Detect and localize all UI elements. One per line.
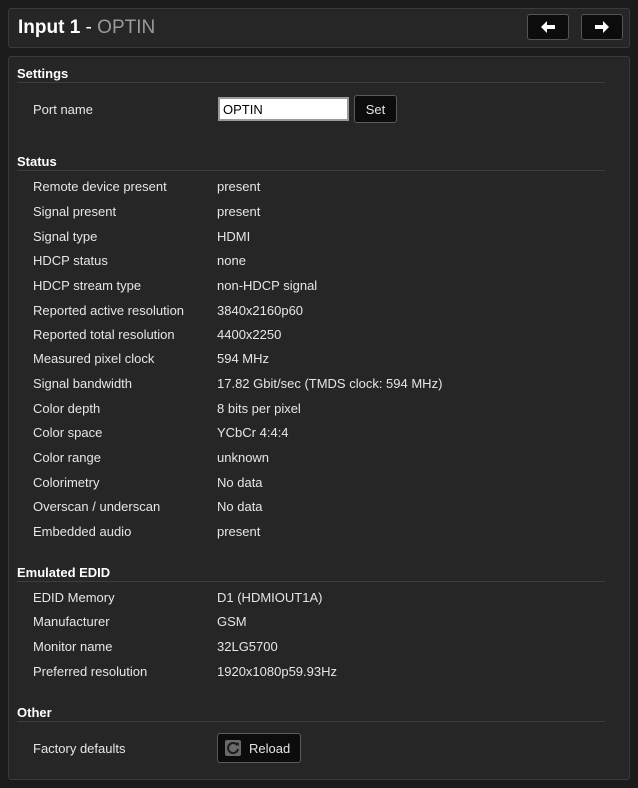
status-value: YCbCr 4:4:4 — [217, 425, 289, 440]
status-value: HDMI — [217, 229, 251, 244]
status-value: present — [217, 204, 261, 219]
port-name-label: Port name — [33, 102, 93, 117]
port-properties-panel: Settings Port name Set Status Remote dev… — [8, 56, 630, 780]
edid-label: Monitor name — [33, 639, 113, 654]
reload-label: Reload — [249, 741, 291, 756]
status-label: Measured pixel clock — [33, 351, 155, 366]
status-label: Colorimetry — [33, 475, 100, 490]
edid-value: 32LG5700 — [217, 639, 278, 654]
status-section-title: Status — [17, 154, 57, 169]
input-title: Input 1 — [18, 17, 81, 38]
port-name-input[interactable] — [218, 97, 349, 121]
reload-factory-defaults-button[interactable]: Reload — [217, 733, 301, 763]
edid-value: GSM — [217, 614, 247, 629]
status-label: Remote device present — [33, 179, 167, 194]
status-value: 594 MHz — [217, 351, 270, 366]
port-name-title: OPTIN — [97, 17, 156, 38]
other-section-title: Other — [17, 705, 52, 720]
edid-label: Preferred resolution — [33, 664, 148, 679]
status-label: HDCP stream type — [33, 278, 142, 293]
title-separator: - — [80, 17, 98, 38]
settings-divider — [17, 82, 605, 83]
status-label: Signal type — [33, 229, 98, 244]
status-value: non-HDCP signal — [217, 278, 318, 293]
status-label: Signal present — [33, 204, 117, 219]
previous-port-button[interactable] — [527, 14, 569, 40]
status-value: 17.82 Gbit/sec (TMDS clock: 594 MHz) — [217, 376, 443, 391]
edid-label: EDID Memory — [33, 590, 115, 605]
arrow-left-icon — [541, 21, 555, 33]
status-label: Embedded audio — [33, 524, 132, 539]
edid-divider — [17, 581, 605, 582]
status-value: 8 bits per pixel — [217, 401, 301, 416]
status-value: unknown — [217, 450, 270, 465]
edid-section-title: Emulated EDID — [17, 565, 111, 580]
status-label: Color space — [33, 425, 103, 440]
other-divider — [17, 721, 605, 722]
status-value: present — [217, 524, 261, 539]
status-label: HDCP status — [33, 253, 108, 268]
reload-icon — [225, 740, 241, 756]
status-value: No data — [217, 475, 263, 490]
edid-label: Manufacturer — [33, 614, 110, 629]
edid-value: 1920x1080p59.93Hz — [217, 664, 337, 679]
set-port-name-button[interactable]: Set — [354, 95, 397, 123]
status-label: Signal bandwidth — [33, 376, 133, 391]
status-label: Color range — [33, 450, 101, 465]
status-value: No data — [217, 499, 263, 514]
settings-section-title: Settings — [17, 66, 69, 81]
status-value: present — [217, 179, 261, 194]
next-port-button[interactable] — [581, 14, 623, 40]
page-header: Input 1 - OPTIN — [8, 8, 630, 48]
status-value: 3840x2160p60 — [217, 303, 304, 318]
arrow-right-icon — [595, 21, 609, 33]
status-label: Reported active resolution — [33, 303, 185, 318]
factory-defaults-label: Factory defaults — [33, 741, 126, 756]
edid-value: D1 (HDMIOUT1A) — [217, 590, 323, 605]
page-title: Input 1 - OPTIN — [18, 16, 155, 40]
status-label: Reported total resolution — [33, 327, 175, 342]
status-divider — [17, 170, 605, 171]
status-label: Color depth — [33, 401, 101, 416]
status-value: none — [217, 253, 246, 268]
status-label: Overscan / underscan — [33, 499, 161, 514]
status-value: 4400x2250 — [217, 327, 282, 342]
